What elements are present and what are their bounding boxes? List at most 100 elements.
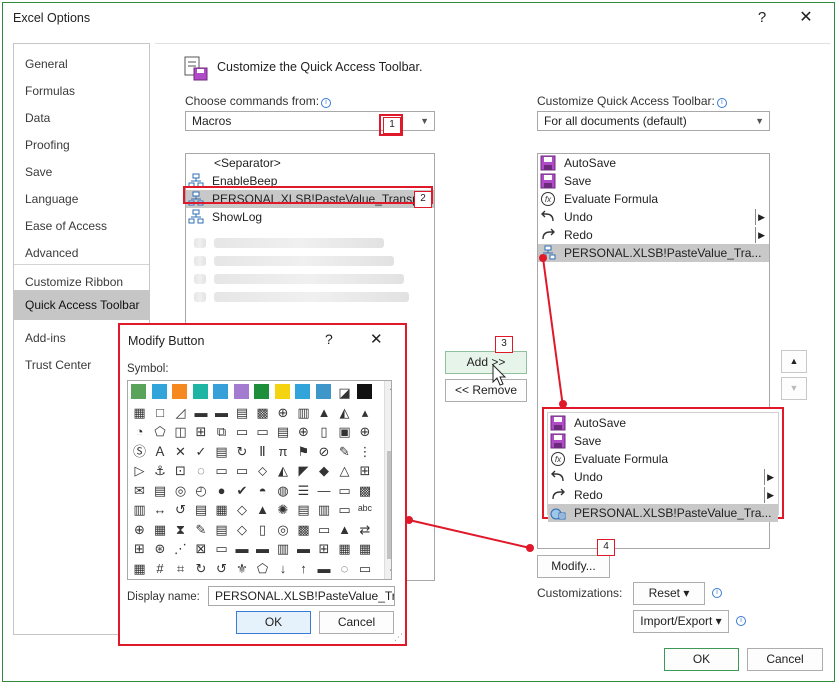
import-export-button[interactable]: Import/Export ▾ xyxy=(633,610,729,633)
symbol-option-icon[interactable]: ▲ xyxy=(254,501,271,518)
symbol-option-icon[interactable]: ▬ xyxy=(213,404,230,421)
symbol-option-icon[interactable]: ▥ xyxy=(295,404,312,421)
symbol-option-icon[interactable]: ▬ xyxy=(316,560,333,577)
remove-button[interactable]: << Remove xyxy=(445,379,527,402)
symbol-option-icon[interactable]: ◔ xyxy=(131,423,148,440)
symbol-option-icon[interactable]: △ xyxy=(336,462,353,479)
symbol-option-icon[interactable]: ✓ xyxy=(193,443,210,460)
symbol-option-icon[interactable]: ▭ xyxy=(357,560,374,577)
chevron-right-icon[interactable]: ▶ xyxy=(758,208,765,226)
modify-button[interactable]: Modify... xyxy=(537,555,610,578)
symbol-option-icon[interactable]: ⚓ xyxy=(152,462,169,479)
symbol-option-icon[interactable]: ⋮ xyxy=(357,443,374,460)
symbol-option-icon[interactable]: ▭ xyxy=(316,521,333,538)
symbol-scrollbar[interactable]: ▲ ▼ xyxy=(384,381,391,579)
nav-item-quick-access-toolbar[interactable]: Quick Access Toolbar xyxy=(14,290,149,320)
symbol-option-icon[interactable]: ✎ xyxy=(193,521,210,538)
symbol-option-icon[interactable]: ▬ xyxy=(193,404,210,421)
symbol-option-icon[interactable]: ⊛ xyxy=(152,540,169,557)
symbol-grid[interactable]: ▲ ▼ ◪▦□◿▬▬▤▩⊕▥▲◭▴◔⬠◫⊞⧉▭▭▤⊕▯▣⊕ⓈＡ✕✓▤↻Ⅱπ⚑⊘✎… xyxy=(127,380,392,580)
symbol-option-icon[interactable]: ⋰ xyxy=(172,540,189,557)
symbol-option-icon[interactable]: ▥ xyxy=(131,501,148,518)
symbol-option-icon[interactable]: ▭ xyxy=(234,462,251,479)
symbol-option-icon[interactable]: ▤ xyxy=(152,482,169,499)
symbol-option-icon[interactable]: ◿ xyxy=(172,404,189,421)
symbol-option-icon[interactable]: ↻ xyxy=(234,443,251,460)
symbol-option-icon[interactable]: ⚑ xyxy=(295,443,312,460)
symbol-option-icon[interactable] xyxy=(356,384,372,399)
symbol-option-icon[interactable]: ▯ xyxy=(254,521,271,538)
ok-button[interactable]: OK xyxy=(664,648,739,671)
symbol-option-icon[interactable]: ⊘ xyxy=(316,443,333,460)
symbol-option-icon[interactable]: ✔ xyxy=(234,482,251,499)
symbol-option-icon[interactable]: ▩ xyxy=(254,404,271,421)
symbol-option-icon[interactable]: Ⓢ xyxy=(131,443,148,460)
symbol-option-icon[interactable]: ↺ xyxy=(172,501,189,518)
symbol-option-icon[interactable]: ▲ xyxy=(316,404,333,421)
symbol-option-icon[interactable]: ◭ xyxy=(336,404,353,421)
symbol-option-icon[interactable]: ↓ xyxy=(275,560,292,577)
symbol-option-icon[interactable]: ▯ xyxy=(316,423,333,440)
symbol-option-icon[interactable]: Ⅱ xyxy=(254,443,271,460)
dialog-cancel-button[interactable]: Cancel xyxy=(319,611,394,634)
help-button[interactable]: ? xyxy=(751,7,773,29)
symbol-option-icon[interactable]: ⊕ xyxy=(131,521,148,538)
scroll-thumb[interactable] xyxy=(387,451,391,559)
symbol-option-icon[interactable]: ◴ xyxy=(193,482,210,499)
symbol-option-icon[interactable]: ⊞ xyxy=(316,540,333,557)
symbol-option-icon[interactable]: ▣ xyxy=(336,423,353,440)
symbol-option-icon[interactable]: ⊕ xyxy=(357,423,374,440)
symbol-option-icon[interactable]: ▭ xyxy=(234,423,251,440)
nav-item-data[interactable]: Data xyxy=(14,105,149,132)
scroll-down-icon[interactable]: ▼ xyxy=(385,565,391,579)
symbol-option-icon[interactable]: ▭ xyxy=(336,501,353,518)
list-item[interactable]: <Separator> xyxy=(186,154,434,172)
symbol-option-icon[interactable]: ▦ xyxy=(152,521,169,538)
symbol-option-icon[interactable]: ⬠ xyxy=(152,423,169,440)
symbol-option-icon[interactable]: ᵃᵇᶜ xyxy=(357,501,374,518)
reset-button[interactable]: Reset ▾ xyxy=(633,582,705,605)
symbol-option-icon[interactable]: ✎ xyxy=(336,443,353,460)
list-item[interactable]: Redo ▶ xyxy=(538,226,769,244)
symbol-option-icon[interactable]: ◇ xyxy=(234,501,251,518)
symbol-option-icon[interactable]: ⬦ xyxy=(254,462,271,479)
symbol-option-icon[interactable]: ▬ xyxy=(234,540,251,557)
symbol-option-icon[interactable]: ⊞ xyxy=(193,423,210,440)
symbol-option-icon[interactable]: π xyxy=(275,443,292,460)
symbol-option-icon[interactable]: Ａ xyxy=(152,443,169,460)
symbol-option-icon[interactable] xyxy=(151,384,167,399)
symbol-option-icon[interactable]: ✕ xyxy=(172,443,189,460)
list-item[interactable]: Undo ▶ xyxy=(538,208,769,226)
symbol-option-icon[interactable]: ◎ xyxy=(172,482,189,499)
symbol-option-icon[interactable]: ◌ xyxy=(193,462,210,479)
symbol-option-icon[interactable]: ↔ xyxy=(152,501,169,518)
dialog-close-button[interactable]: ✕ xyxy=(370,330,383,348)
symbol-option-icon[interactable]: ▩ xyxy=(357,482,374,499)
symbol-option-icon[interactable]: ⬠ xyxy=(254,560,271,577)
list-item[interactable]: PERSONAL.XLSB!PasteValue_Transp xyxy=(186,190,434,208)
symbol-option-icon[interactable] xyxy=(172,384,187,399)
list-item[interactable]: EnableBeep xyxy=(186,172,434,190)
symbol-option-icon[interactable]: ↑ xyxy=(295,560,312,577)
symbol-option-icon[interactable]: ◎ xyxy=(275,521,292,538)
chevron-right-icon[interactable]: ▶ xyxy=(758,226,765,244)
list-item[interactable]: Save xyxy=(538,172,769,190)
list-item[interactable]: PERSONAL.XLSB!PasteValue_Tra... xyxy=(548,504,778,522)
symbol-option-icon[interactable]: — xyxy=(316,482,333,499)
symbol-option-icon[interactable] xyxy=(131,384,146,399)
cancel-button[interactable]: Cancel xyxy=(747,648,823,671)
chevron-right-icon[interactable]: ▶ xyxy=(767,468,774,486)
symbol-option-icon[interactable] xyxy=(233,384,249,399)
symbol-option-icon[interactable]: ⧗ xyxy=(172,521,189,538)
nav-item-proofing[interactable]: Proofing xyxy=(14,132,149,159)
symbol-option-icon[interactable]: ◓ xyxy=(254,482,271,499)
symbol-option-icon[interactable] xyxy=(274,384,290,399)
symbol-option-icon[interactable]: ◭ xyxy=(275,462,292,479)
symbol-option-icon[interactable]: ⚜ xyxy=(234,560,251,577)
symbol-option-icon[interactable]: ▩ xyxy=(295,521,312,538)
symbol-option-icon[interactable]: ⧉ xyxy=(213,423,230,440)
resize-grip-icon[interactable]: ⋰ xyxy=(394,632,403,643)
symbol-option-icon[interactable]: ⊕ xyxy=(275,404,292,421)
symbol-option-icon[interactable]: □ xyxy=(152,404,169,421)
symbol-option-icon[interactable] xyxy=(315,384,331,399)
